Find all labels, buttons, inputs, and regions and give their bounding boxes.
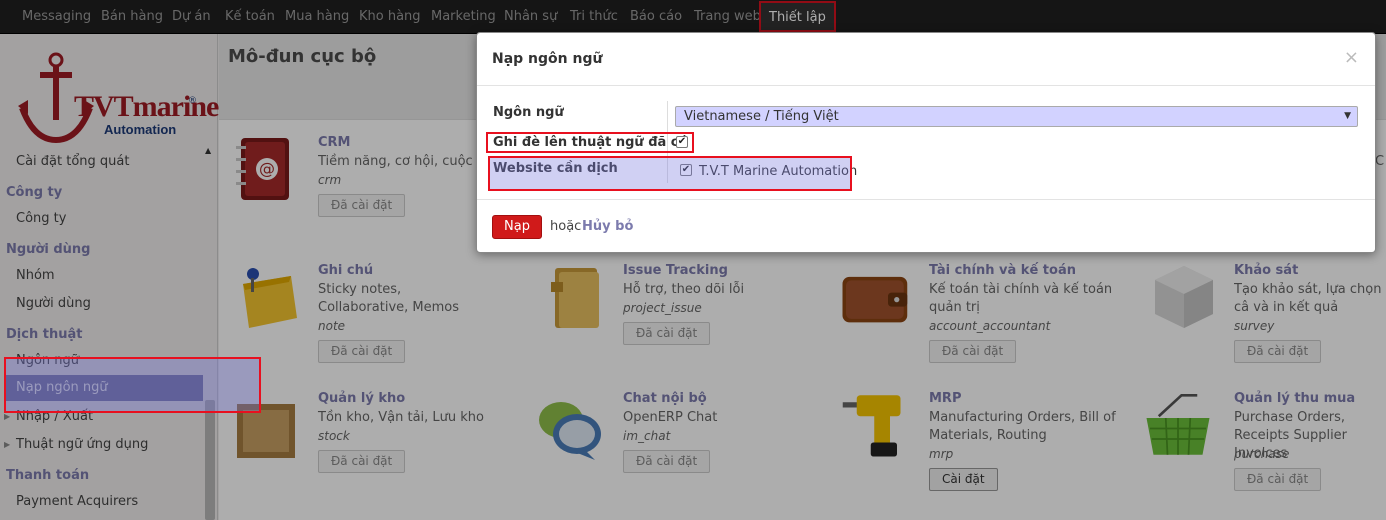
annotation-highlight-load-language (4, 357, 261, 413)
or-text: hoặc (550, 219, 582, 234)
language-select-value: Vietnamese / Tiếng Việt (684, 109, 839, 124)
load-button[interactable]: Nạp (492, 215, 542, 239)
close-icon[interactable]: × (1344, 47, 1359, 68)
divider (477, 199, 1375, 200)
annotation-highlight-website (488, 156, 852, 191)
language-select[interactable]: Vietnamese / Tiếng Việt ▼ (675, 106, 1358, 127)
dropdown-arrow-icon: ▼ (1344, 111, 1351, 121)
language-label: Ngôn ngữ (493, 105, 564, 120)
annotation-highlight-overwrite (486, 132, 694, 153)
divider (477, 85, 1375, 86)
cancel-link[interactable]: Hủy bỏ (582, 219, 633, 234)
dialog-title: Nạp ngôn ngữ (492, 51, 603, 67)
